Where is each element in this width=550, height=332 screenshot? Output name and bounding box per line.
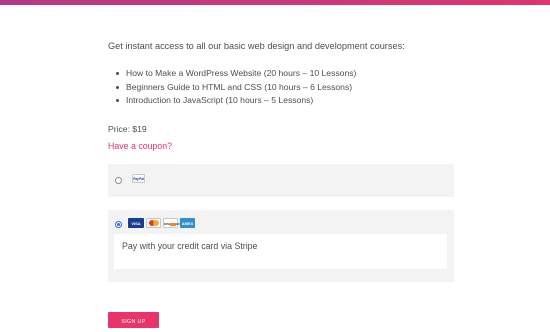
sign-up-button[interactable]: SIGN UP — [108, 312, 159, 328]
paypal-radio[interactable] — [115, 177, 122, 184]
bullet-icon — [116, 72, 119, 75]
course-list: How to Make a WordPress Website (20 hour… — [108, 67, 356, 108]
course-title: Introduction to JavaScript (10 hours – 5… — [126, 95, 314, 105]
list-item: Introduction to JavaScript (10 hours – 5… — [108, 94, 356, 108]
payment-option-stripe[interactable]: VISA DISCOVER AMEX Pay with your credit … — [108, 210, 454, 282]
paypal-logo-icon: PayPal — [132, 174, 145, 183]
bullet-icon — [116, 85, 119, 89]
top-accent-bar — [0, 0, 550, 5]
coupon-link[interactable]: Have a coupon? — [108, 141, 172, 151]
course-title: How to Make a WordPress Website (20 hour… — [126, 68, 357, 78]
stripe-description: Pay with your credit card via Stripe — [114, 234, 447, 269]
stripe-radio[interactable] — [115, 221, 122, 228]
intro-text: Get instant access to all our basic web … — [108, 41, 405, 51]
bullet-icon — [116, 99, 119, 102]
course-title: Beginners Guide to HTML and CSS (10 hour… — [126, 81, 353, 92]
visa-card-icon: VISA — [128, 218, 144, 228]
list-item: How to Make a WordPress Website (20 hour… — [108, 67, 356, 81]
payment-option-paypal[interactable]: PayPal — [108, 164, 454, 197]
mastercard-icon — [146, 218, 161, 228]
list-item: Beginners Guide to HTML and CSS (10 hour… — [108, 81, 356, 95]
amex-card-icon: AMEX — [180, 218, 195, 228]
discover-card-icon: DISCOVER — [163, 218, 180, 228]
price-text: Price: $19 — [108, 124, 147, 134]
